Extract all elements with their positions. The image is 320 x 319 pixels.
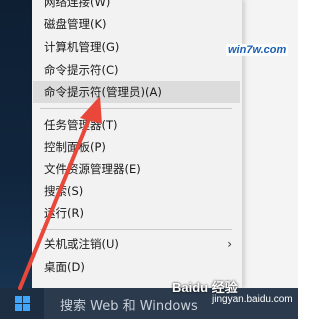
menu-separator — [40, 108, 232, 109]
baidu-url-watermark: jingyan.baidu.com — [212, 294, 293, 305]
menu-item-file-explorer[interactable]: 文件资源管理器(E) — [33, 158, 240, 180]
menu-item-search[interactable]: 搜索(S) — [33, 180, 240, 202]
search-placeholder: 搜索 Web 和 Windows — [60, 299, 198, 314]
site-watermark: win7w.com — [226, 44, 289, 56]
menu-item-label: 关机或注销(U) — [44, 237, 119, 251]
menu-separator — [40, 229, 232, 230]
menu-item-shutdown-signout[interactable]: 关机或注销(U) › — [33, 233, 240, 255]
menu-item-computer-management[interactable]: 计算机管理(G) — [33, 36, 240, 58]
winx-context-menu: 网络连接(W) 磁盘管理(K) 计算机管理(G) 命令提示符(C) 命令提示符(… — [32, 0, 243, 288]
menu-item-network-connections[interactable]: 网络连接(W) — [33, 0, 240, 13]
menu-item-command-prompt[interactable]: 命令提示符(C) — [33, 59, 240, 81]
menu-item-command-prompt-admin[interactable]: 命令提示符(管理员)(A) — [33, 81, 240, 103]
windows-logo-icon — [15, 296, 30, 311]
menu-item-task-manager[interactable]: 任务管理器(T) — [33, 114, 240, 136]
start-button[interactable] — [0, 288, 44, 319]
menu-item-desktop[interactable]: 桌面(D) — [33, 256, 240, 278]
chevron-right-icon: › — [227, 237, 232, 251]
menu-item-control-panel[interactable]: 控制面板(P) — [33, 136, 240, 158]
menu-item-disk-management[interactable]: 磁盘管理(K) — [33, 13, 240, 35]
menu-item-run[interactable]: 运行(R) — [33, 202, 240, 224]
